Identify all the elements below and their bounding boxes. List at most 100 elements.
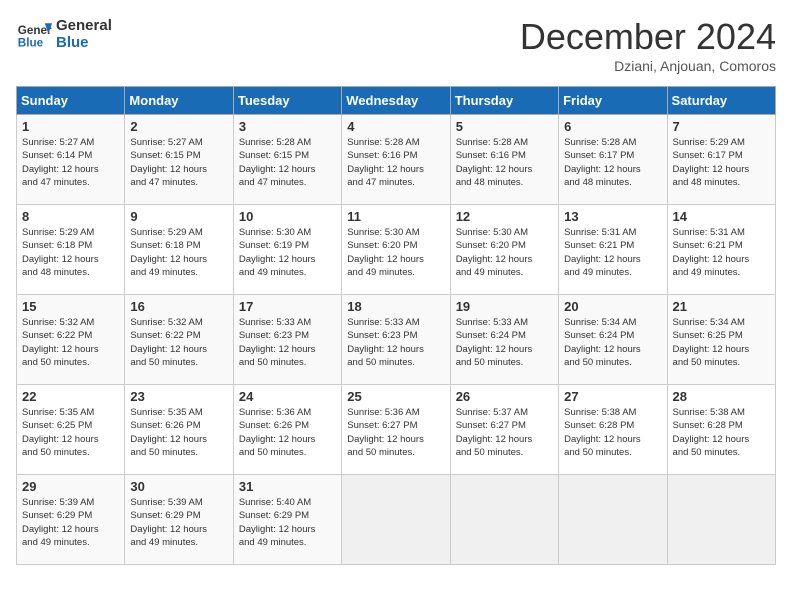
day-info: Sunrise: 5:36 AMSunset: 6:26 PMDaylight:… [239,406,336,459]
day-number: 30 [130,479,227,494]
week-row-3: 15 Sunrise: 5:32 AMSunset: 6:22 PMDayligh… [17,295,776,385]
day-cell: 11Sunrise: 5:30 AMSunset: 6:20 PMDayligh… [342,205,450,295]
day-number: 27 [564,389,661,404]
header-cell-sunday: Sunday [17,87,125,115]
logo: General Blue General Blue [16,16,112,52]
day-info: Sunrise: 5:29 AMSunset: 6:18 PMDaylight:… [22,226,119,279]
day-cell: 8 Sunrise: 5:29 AMSunset: 6:18 PMDaylight… [17,205,125,295]
day-info: Sunrise: 5:27 AMSunset: 6:15 PMDaylight:… [130,136,227,189]
day-cell: 13 Sunrise: 5:31 AMSunset: 6:21 PMDayligh… [559,205,667,295]
header-cell-tuesday: Tuesday [233,87,341,115]
day-cell: 17 Sunrise: 5:33 AMSunset: 6:23 PMDayligh… [233,295,341,385]
day-cell [342,475,450,565]
day-info: Sunrise: 5:32 AMSunset: 6:22 PMDaylight:… [130,316,227,369]
day-info: Sunrise: 5:33 AMSunset: 6:24 PMDaylight:… [456,316,553,369]
day-info: Sunrise: 5:30 AMSunset: 6:20 PMDaylight:… [347,226,444,279]
calendar-header-row: SundayMondayTuesdayWednesdayThursdayFrid… [17,87,776,115]
day-number: 5 [456,119,553,134]
day-cell: 18Sunrise: 5:33 AMSunset: 6:23 PMDayligh… [342,295,450,385]
day-cell [559,475,667,565]
calendar-body: 1 Sunrise: 5:27 AMSunset: 6:14 PMDaylight… [17,115,776,565]
day-info: Sunrise: 5:34 AMSunset: 6:25 PMDaylight:… [673,316,770,369]
day-number: 8 [22,209,119,224]
day-number: 10 [239,209,336,224]
day-number: 6 [564,119,661,134]
day-cell: 27 Sunrise: 5:38 AMSunset: 6:28 PMDayligh… [559,385,667,475]
header-cell-monday: Monday [125,87,233,115]
day-number: 25 [347,389,444,404]
day-info: Sunrise: 5:30 AMSunset: 6:20 PMDaylight:… [456,226,553,279]
day-number: 13 [564,209,661,224]
day-info: Sunrise: 5:29 AMSunset: 6:17 PMDaylight:… [673,136,770,189]
day-number: 22 [22,389,119,404]
day-cell: 4 Sunrise: 5:28 AMSunset: 6:16 PMDaylight… [342,115,450,205]
day-number: 17 [239,299,336,314]
day-number: 31 [239,479,336,494]
day-info: Sunrise: 5:38 AMSunset: 6:28 PMDaylight:… [564,406,661,459]
day-cell: 15 Sunrise: 5:32 AMSunset: 6:22 PMDayligh… [17,295,125,385]
day-cell: 31 Sunrise: 5:40 AMSunset: 6:29 PMDayligh… [233,475,341,565]
day-info: Sunrise: 5:40 AMSunset: 6:29 PMDaylight:… [239,496,336,549]
day-cell: 26Sunrise: 5:37 AMSunset: 6:27 PMDayligh… [450,385,558,475]
title-block: December 2024 Dziani, Anjouan, Comoros [520,16,776,74]
day-cell: 28Sunrise: 5:38 AMSunset: 6:28 PMDayligh… [667,385,775,475]
day-cell: 7 Sunrise: 5:29 AMSunset: 6:17 PMDaylight… [667,115,775,205]
day-info: Sunrise: 5:31 AMSunset: 6:21 PMDaylight:… [564,226,661,279]
day-number: 4 [347,119,444,134]
day-info: Sunrise: 5:28 AMSunset: 6:16 PMDaylight:… [456,136,553,189]
day-cell: 22 Sunrise: 5:35 AMSunset: 6:25 PMDayligh… [17,385,125,475]
week-row-1: 1 Sunrise: 5:27 AMSunset: 6:14 PMDaylight… [17,115,776,205]
day-number: 23 [130,389,227,404]
day-cell [667,475,775,565]
day-info: Sunrise: 5:39 AMSunset: 6:29 PMDaylight:… [22,496,119,549]
week-row-4: 22 Sunrise: 5:35 AMSunset: 6:25 PMDayligh… [17,385,776,475]
day-info: Sunrise: 5:33 AMSunset: 6:23 PMDaylight:… [347,316,444,369]
calendar-table: SundayMondayTuesdayWednesdayThursdayFrid… [16,86,776,565]
day-cell: 12 Sunrise: 5:30 AMSunset: 6:20 PMDayligh… [450,205,558,295]
day-info: Sunrise: 5:28 AMSunset: 6:15 PMDaylight:… [239,136,336,189]
day-number: 21 [673,299,770,314]
day-number: 26 [456,389,553,404]
day-info: Sunrise: 5:32 AMSunset: 6:22 PMDaylight:… [22,316,119,369]
day-info: Sunrise: 5:35 AMSunset: 6:25 PMDaylight:… [22,406,119,459]
day-cell: 21 Sunrise: 5:34 AMSunset: 6:25 PMDayligh… [667,295,775,385]
day-cell: 16 Sunrise: 5:32 AMSunset: 6:22 PMDayligh… [125,295,233,385]
day-number: 29 [22,479,119,494]
day-info: Sunrise: 5:38 AMSunset: 6:28 PMDaylight:… [673,406,770,459]
page-header: General Blue General Blue December 2024 … [16,16,776,74]
day-number: 19 [456,299,553,314]
day-cell: 20 Sunrise: 5:34 AMSunset: 6:24 PMDayligh… [559,295,667,385]
day-info: Sunrise: 5:36 AMSunset: 6:27 PMDaylight:… [347,406,444,459]
day-cell: 30Sunrise: 5:39 AMSunset: 6:29 PMDayligh… [125,475,233,565]
day-info: Sunrise: 5:28 AMSunset: 6:16 PMDaylight:… [347,136,444,189]
day-cell: 5 Sunrise: 5:28 AMSunset: 6:16 PMDaylight… [450,115,558,205]
month-title: December 2024 [520,16,776,58]
day-number: 16 [130,299,227,314]
day-number: 20 [564,299,661,314]
day-cell: 3Sunrise: 5:28 AMSunset: 6:15 PMDaylight… [233,115,341,205]
day-info: Sunrise: 5:34 AMSunset: 6:24 PMDaylight:… [564,316,661,369]
day-info: Sunrise: 5:35 AMSunset: 6:26 PMDaylight:… [130,406,227,459]
day-info: Sunrise: 5:33 AMSunset: 6:23 PMDaylight:… [239,316,336,369]
day-number: 12 [456,209,553,224]
day-number: 24 [239,389,336,404]
day-number: 15 [22,299,119,314]
week-row-2: 8 Sunrise: 5:29 AMSunset: 6:18 PMDaylight… [17,205,776,295]
day-cell: 9Sunrise: 5:29 AMSunset: 6:18 PMDaylight… [125,205,233,295]
day-cell: 29 Sunrise: 5:39 AMSunset: 6:29 PMDayligh… [17,475,125,565]
day-cell: 2 Sunrise: 5:27 AMSunset: 6:15 PMDaylight… [125,115,233,205]
day-cell: 23 Sunrise: 5:35 AMSunset: 6:26 PMDayligh… [125,385,233,475]
day-cell: 6Sunrise: 5:28 AMSunset: 6:17 PMDaylight… [559,115,667,205]
day-number: 2 [130,119,227,134]
day-number: 9 [130,209,227,224]
week-row-5: 29 Sunrise: 5:39 AMSunset: 6:29 PMDayligh… [17,475,776,565]
day-number: 7 [673,119,770,134]
day-number: 1 [22,119,119,134]
day-cell: 25 Sunrise: 5:36 AMSunset: 6:27 PMDayligh… [342,385,450,475]
day-info: Sunrise: 5:30 AMSunset: 6:19 PMDaylight:… [239,226,336,279]
day-cell: 1 Sunrise: 5:27 AMSunset: 6:14 PMDaylight… [17,115,125,205]
logo-icon: General Blue [16,16,52,52]
day-cell: 19 Sunrise: 5:33 AMSunset: 6:24 PMDayligh… [450,295,558,385]
logo-line2: Blue [56,34,112,51]
day-info: Sunrise: 5:27 AMSunset: 6:14 PMDaylight:… [22,136,119,189]
